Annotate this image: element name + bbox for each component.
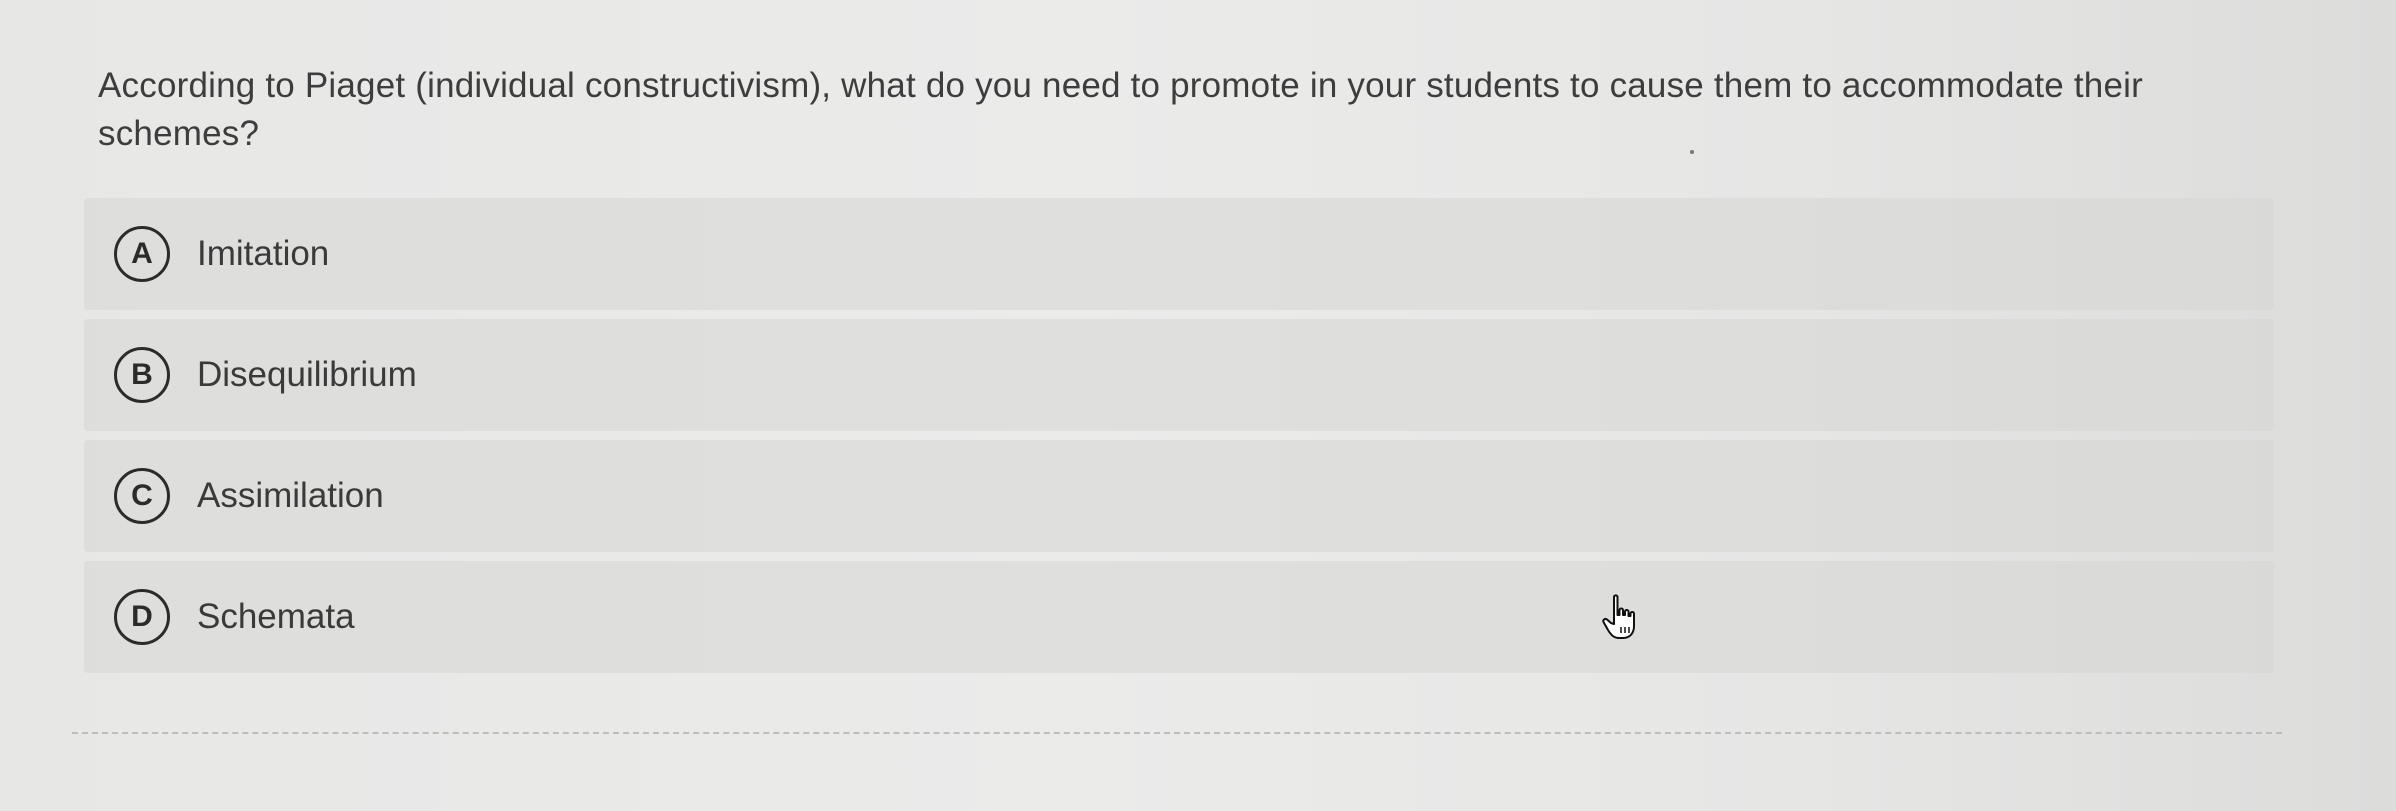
answer-option-d[interactable]: D Schemata [84,561,2274,673]
option-label: Assimilation [197,476,384,515]
question-text: According to Piaget (individual construc… [98,66,2143,153]
option-letter-badge: D [114,589,170,645]
hand-pointer-icon [1602,594,1635,639]
option-label: Imitation [197,234,330,273]
option-letter-badge: C [114,468,170,524]
answer-option-c[interactable]: C Assimilation [84,440,2274,552]
option-letter-badge: B [114,347,170,403]
speck-mark [1690,150,1694,154]
option-label: Disequilibrium [197,355,417,394]
answer-option-b[interactable]: B Disequilibrium [84,319,2274,431]
option-label: Schemata [197,597,355,636]
answer-options: A Imitation B Disequilibrium C Assimilat… [84,198,2274,682]
question-card: According to Piaget (individual construc… [0,0,2396,811]
option-letter-badge: A [114,226,170,282]
section-divider [72,732,2282,734]
answer-option-a[interactable]: A Imitation [84,198,2274,310]
